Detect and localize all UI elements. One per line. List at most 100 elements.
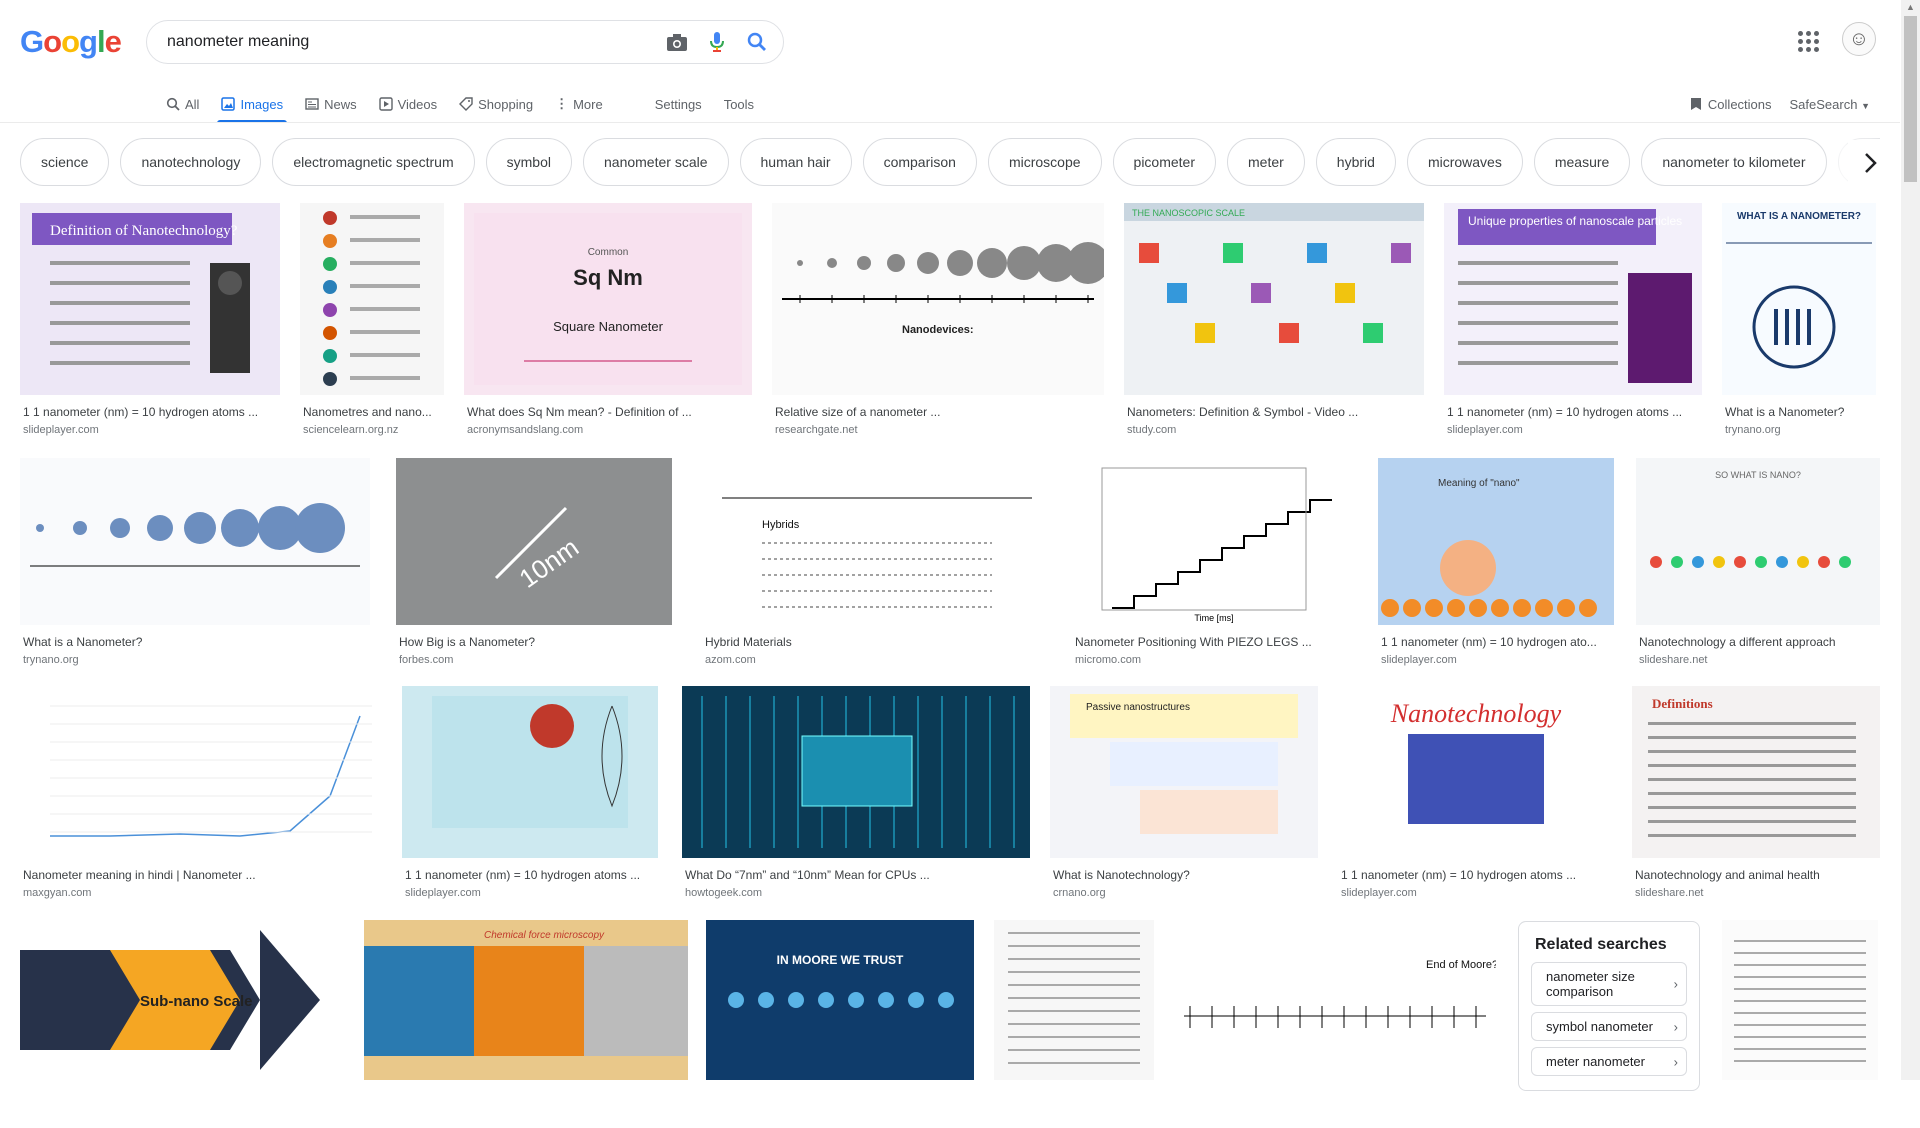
result-title[interactable]: 1 1 nanometer (nm) = 10 hydrogen atoms .… — [1447, 405, 1702, 419]
image-result[interactable]: Time [ms] Nanometer Positioning With PIEZ… — [1072, 458, 1356, 673]
result-title[interactable]: What does Sq Nm mean? - Definition of ..… — [467, 405, 752, 419]
image-result[interactable]: THE NANOSCOPIC SCALE Nanometers: Definiti… — [1124, 203, 1424, 443]
image-result[interactable]: Meaning of "nano" 1 1 nanometer (nm) = 10… — [1378, 458, 1614, 673]
search-box[interactable]: nanometer meaning — [146, 20, 784, 64]
result-thumbnail[interactable] — [20, 686, 382, 858]
settings-link[interactable]: Settings — [655, 86, 702, 122]
search-input[interactable]: nanometer meaning — [167, 33, 657, 51]
tab-videos[interactable]: Videos — [378, 86, 437, 122]
chip[interactable]: hybrid — [1315, 138, 1396, 186]
result-thumbnail[interactable] — [402, 686, 658, 858]
chip[interactable]: meter — [1227, 138, 1305, 186]
image-result[interactable]: Nanometer meaning in hindi | Nanometer .… — [20, 686, 382, 906]
result-thumbnail[interactable]: End of Moore? — [1174, 920, 1496, 1080]
image-result[interactable]: SO WHAT IS NANO? Nanotechnology a differe… — [1636, 458, 1880, 673]
chip[interactable]: measure — [1533, 138, 1631, 186]
image-result[interactable]: What Do “7nm” and “10nm” Mean for CPUs .… — [682, 686, 1030, 906]
result-title[interactable]: Nanotechnology and animal health — [1635, 868, 1880, 882]
result-thumbnail[interactable]: Hybrids — [702, 458, 1052, 625]
image-result[interactable]: Hybrids Hybrid Materials azom.com — [702, 458, 1052, 673]
image-result[interactable]: Nanotechnology 1 1 nanometer (nm) = 10 hy… — [1338, 686, 1614, 906]
result-thumbnail[interactable]: Nanotechnology — [1338, 686, 1614, 858]
result-title[interactable]: Nanometer Positioning With PIEZO LEGS ..… — [1075, 635, 1356, 649]
result-thumbnail[interactable]: Definition of Nanotechnology? — [20, 203, 280, 395]
image-result[interactable] — [1722, 920, 1878, 1128]
related-item[interactable]: symbol nanometer › — [1531, 1012, 1687, 1041]
result-title[interactable]: Nanometer meaning in hindi | Nanometer .… — [23, 868, 382, 882]
result-thumbnail[interactable] — [20, 458, 370, 625]
result-title[interactable]: What Do “7nm” and “10nm” Mean for CPUs .… — [685, 868, 1030, 882]
tools-link[interactable]: Tools — [724, 86, 754, 122]
image-result[interactable]: IN MOORE WE TRUST — [706, 920, 974, 1128]
chip[interactable]: nanotechnology — [120, 138, 262, 186]
image-result[interactable]: Definition of Nanotechnology? 1 1 nanome… — [20, 203, 280, 443]
result-thumbnail[interactable]: SO WHAT IS NANO? — [1636, 458, 1880, 625]
image-result[interactable]: Sub-nano Scale — [20, 920, 348, 1128]
result-title[interactable]: How Big is a Nanometer? — [399, 635, 672, 649]
result-title[interactable]: 1 1 nanometer (nm) = 10 hydrogen atoms .… — [23, 405, 280, 419]
chip[interactable]: science — [20, 138, 110, 186]
result-thumbnail[interactable] — [1722, 920, 1878, 1080]
chip[interactable]: human hair — [739, 138, 852, 186]
tab-shopping[interactable]: Shopping — [459, 86, 533, 122]
image-result[interactable]: Nanodevices: Relative size of a nanometer… — [772, 203, 1104, 443]
result-thumbnail[interactable]: Sub-nano Scale — [20, 920, 348, 1080]
image-result[interactable]: Unique properties of nanoscale particles… — [1444, 203, 1702, 443]
google-apps-icon[interactable] — [1794, 27, 1819, 52]
avatar[interactable]: ☺ — [1842, 22, 1876, 56]
image-result[interactable]: End of Moore? — [1174, 920, 1496, 1128]
result-thumbnail[interactable] — [682, 686, 1030, 858]
image-result[interactable] — [994, 920, 1154, 1128]
chips-next-button[interactable] — [1848, 140, 1892, 186]
chip[interactable]: electromagnetic spectrum — [272, 138, 475, 186]
chip[interactable]: picometer — [1112, 138, 1216, 186]
safesearch-dropdown[interactable]: SafeSearch ▼ — [1790, 97, 1870, 112]
tab-more[interactable]: ⋮ More — [555, 86, 603, 122]
result-thumbnail[interactable]: THE NANOSCOPIC SCALE — [1124, 203, 1424, 395]
chip[interactable]: nanometer scale — [583, 138, 729, 186]
result-thumbnail[interactable] — [300, 203, 444, 395]
result-title[interactable]: What is a Nanometer? — [1725, 405, 1876, 419]
result-title[interactable]: 1 1 nanometer (nm) = 10 hydrogen atoms .… — [1341, 868, 1614, 882]
related-item[interactable]: nanometer size comparison › — [1531, 962, 1687, 1006]
result-thumbnail[interactable]: Nanodevices: — [772, 203, 1104, 395]
image-result[interactable]: 1 1 nanometer (nm) = 10 hydrogen atoms .… — [402, 686, 658, 906]
image-result[interactable]: Nanometres and nano... sciencelearn.org.n… — [300, 203, 444, 443]
chip[interactable]: symbol — [485, 138, 572, 186]
google-logo[interactable]: Google — [20, 24, 122, 60]
tab-all[interactable]: All — [166, 86, 199, 122]
microphone-icon[interactable] — [697, 22, 737, 62]
result-title[interactable]: Hybrid Materials — [705, 635, 1052, 649]
chip[interactable]: microscope — [987, 138, 1102, 186]
image-result[interactable]: Chemical force microscopy — [364, 920, 688, 1128]
result-title[interactable]: What is Nanotechnology? — [1053, 868, 1318, 882]
page-scrollbar[interactable]: ▲ — [1901, 0, 1920, 1080]
result-thumbnail[interactable]: Common Sq Nm Square Nanometer — [464, 203, 752, 395]
result-thumbnail[interactable]: IN MOORE WE TRUST — [706, 920, 974, 1080]
result-thumbnail[interactable] — [994, 920, 1154, 1080]
tab-news[interactable]: News — [305, 86, 357, 122]
image-result[interactable]: What is a Nanometer? trynano.org — [20, 458, 370, 673]
result-title[interactable]: Nanometers: Definition & Symbol - Video … — [1127, 405, 1424, 419]
image-result[interactable]: Passive nanostructures What is Nanotechno… — [1050, 686, 1318, 906]
result-title[interactable]: What is a Nanometer? — [23, 635, 370, 649]
image-result[interactable]: 10nm How Big is a Nanometer? forbes.com — [396, 458, 672, 673]
result-title[interactable]: Nanotechnology a different approach — [1639, 635, 1880, 649]
chip[interactable]: microwaves — [1406, 138, 1523, 186]
related-item[interactable]: meter nanometer › — [1531, 1047, 1687, 1076]
result-thumbnail[interactable]: Meaning of "nano" — [1378, 458, 1614, 625]
image-result[interactable]: Common Sq Nm Square Nanometer What does Sq … — [464, 203, 752, 443]
camera-icon[interactable] — [657, 22, 697, 62]
result-thumbnail[interactable]: 10nm — [396, 458, 672, 625]
tab-images[interactable]: Images — [217, 86, 287, 123]
chip[interactable]: comparison — [862, 138, 977, 186]
result-title[interactable]: Nanometres and nano... — [303, 405, 444, 419]
image-result[interactable]: Definitions Nanotechnology and animal hea… — [1632, 686, 1880, 906]
result-thumbnail[interactable]: Time [ms] — [1072, 458, 1356, 625]
result-title[interactable]: Relative size of a nanometer ... — [775, 405, 1104, 419]
result-thumbnail[interactable]: Definitions — [1632, 686, 1880, 858]
image-result[interactable]: WHAT IS A NANOMETER? What is a Nanometer?… — [1722, 203, 1876, 443]
result-title[interactable]: 1 1 nanometer (nm) = 10 hydrogen atoms .… — [405, 868, 658, 882]
result-thumbnail[interactable]: WHAT IS A NANOMETER? — [1722, 203, 1876, 395]
search-submit-icon[interactable] — [737, 22, 777, 62]
